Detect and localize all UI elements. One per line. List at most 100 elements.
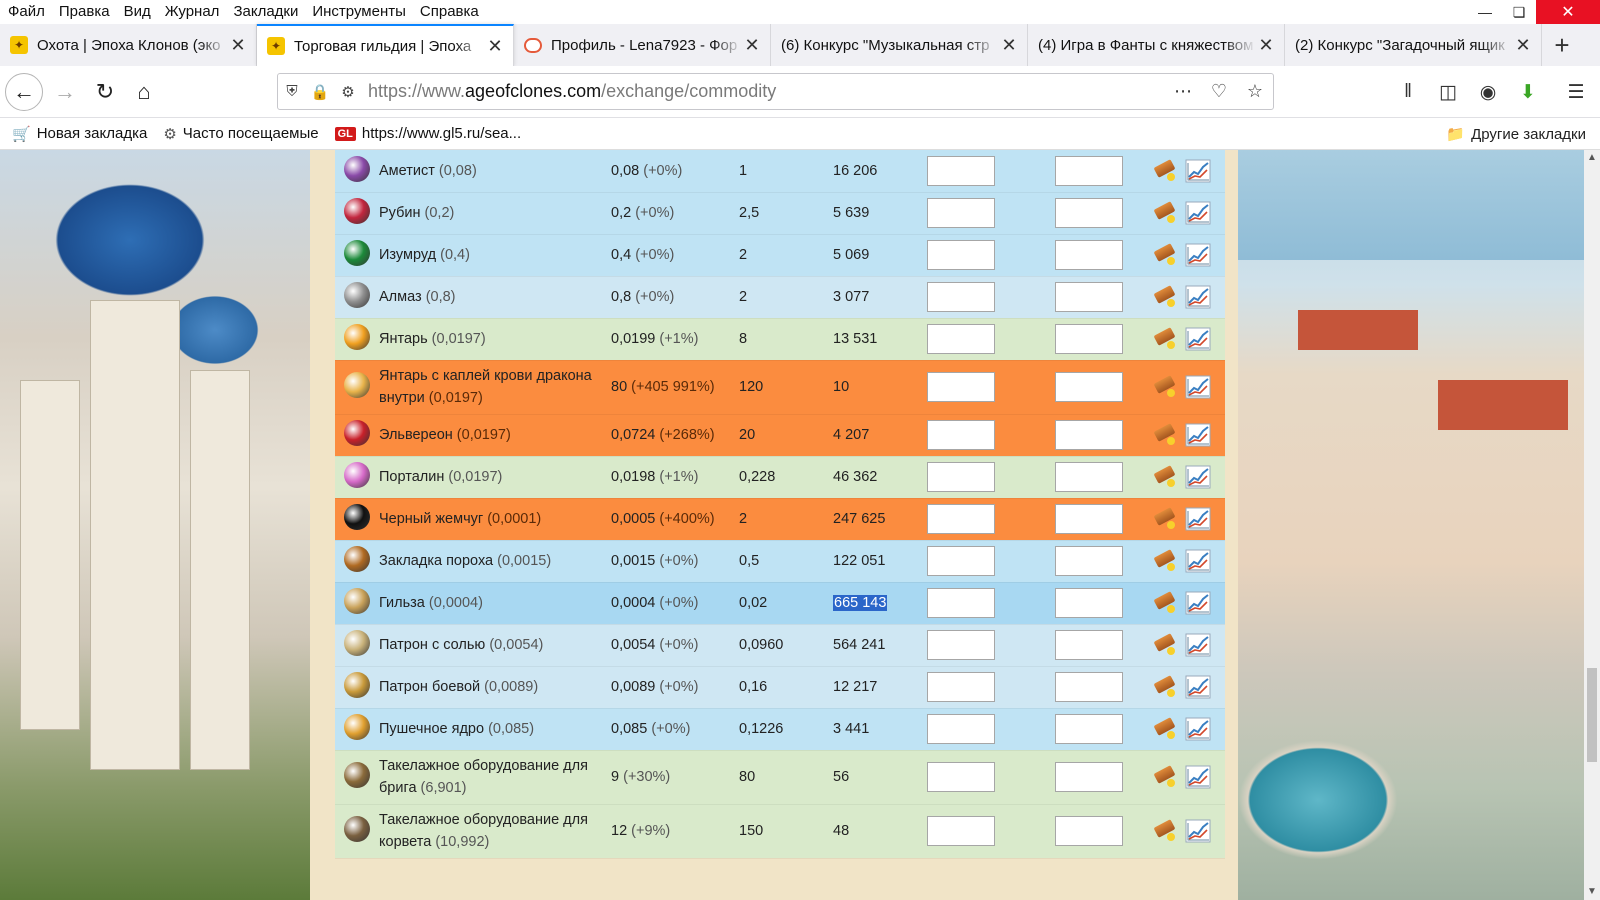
bookmark-other[interactable]: 📁 Другие закладки xyxy=(1446,118,1586,150)
back-button[interactable]: ← xyxy=(5,73,43,111)
price-input[interactable] xyxy=(1055,546,1123,576)
price-input[interactable] xyxy=(1055,462,1123,492)
hammer-icon[interactable] xyxy=(1153,633,1177,656)
price-input[interactable] xyxy=(1055,672,1123,702)
tab-4[interactable]: (4) Игра в Фанты с княжеством ✕ xyxy=(1028,24,1285,66)
price-input[interactable] xyxy=(1055,198,1123,228)
hammer-icon[interactable] xyxy=(1153,375,1177,398)
price-input[interactable] xyxy=(1055,816,1123,846)
scroll-down-icon[interactable]: ▼ xyxy=(1584,884,1600,900)
price-input[interactable] xyxy=(1055,240,1123,270)
page-actions-icon[interactable]: ⋯ xyxy=(1165,81,1201,102)
buy-amount-input[interactable] xyxy=(927,372,995,402)
page-scrollbar[interactable]: ▲ ▼ xyxy=(1584,150,1600,900)
tab-close-icon[interactable]: ✕ xyxy=(485,36,505,57)
hammer-icon[interactable] xyxy=(1153,201,1177,224)
menu-history[interactable]: Журнал xyxy=(158,0,227,24)
buy-amount-input[interactable] xyxy=(927,816,995,846)
buy-amount-input[interactable] xyxy=(927,714,995,744)
hammer-icon[interactable] xyxy=(1153,158,1177,182)
tab-5[interactable]: (2) Конкурс "Загадочный ящик ✕ xyxy=(1285,24,1542,66)
price-input[interactable] xyxy=(1055,630,1123,660)
buy-amount-input[interactable] xyxy=(927,155,995,186)
chart-icon[interactable] xyxy=(1185,765,1211,789)
hammer-icon[interactable] xyxy=(1153,549,1177,572)
sidebar-icon[interactable]: ◫ xyxy=(1432,76,1464,108)
minimize-icon[interactable]: — xyxy=(1468,0,1502,24)
price-input[interactable] xyxy=(1055,324,1123,354)
bookmark-most-visited[interactable]: ⚙ Часто посещаемые xyxy=(163,125,318,143)
reload-button[interactable]: ↻ xyxy=(86,73,124,111)
hammer-icon[interactable] xyxy=(1153,675,1177,698)
menu-tools[interactable]: Инструменты xyxy=(305,0,413,24)
hammer-icon[interactable] xyxy=(1153,819,1177,842)
chart-icon[interactable] xyxy=(1185,159,1211,183)
hammer-icon[interactable] xyxy=(1153,507,1177,530)
shield-icon[interactable]: ⛨ xyxy=(278,83,306,100)
hammer-icon[interactable] xyxy=(1153,717,1177,740)
price-input[interactable] xyxy=(1055,420,1123,450)
bookmark-new[interactable]: 🛒 Новая закладка xyxy=(12,125,147,143)
chart-icon[interactable] xyxy=(1185,465,1211,489)
tab-2[interactable]: Профиль - Lena7923 - Фор ✕ xyxy=(514,24,771,66)
tab-close-icon[interactable]: ✕ xyxy=(1256,35,1276,56)
buy-amount-input[interactable] xyxy=(927,462,995,492)
close-window-icon[interactable]: ✕ xyxy=(1536,0,1600,24)
chart-icon[interactable] xyxy=(1185,549,1211,573)
chart-icon[interactable] xyxy=(1185,201,1211,225)
tab-close-icon[interactable]: ✕ xyxy=(1513,35,1533,56)
hammer-icon[interactable] xyxy=(1153,285,1177,308)
price-input[interactable] xyxy=(1055,714,1123,744)
price-input[interactable] xyxy=(1055,155,1123,186)
hammer-icon[interactable] xyxy=(1153,243,1177,266)
chart-icon[interactable] xyxy=(1185,819,1211,843)
bookmark-gl5[interactable]: GL https://www.gl5.ru/sea... xyxy=(334,125,521,142)
hammer-icon[interactable] xyxy=(1153,423,1177,446)
new-tab-button[interactable]: + xyxy=(1542,24,1582,66)
tab-3[interactable]: (6) Конкурс "Музыкальная стр ✕ xyxy=(771,24,1028,66)
chart-icon[interactable] xyxy=(1185,591,1211,615)
menu-file[interactable]: Файл xyxy=(0,0,52,24)
tab-close-icon[interactable]: ✕ xyxy=(999,35,1019,56)
library-icon[interactable]: ‖ xyxy=(1392,76,1424,108)
menu-help[interactable]: Справка xyxy=(413,0,486,24)
chart-icon[interactable] xyxy=(1185,327,1211,351)
hammer-icon[interactable] xyxy=(1153,465,1177,488)
buy-amount-input[interactable] xyxy=(927,630,995,660)
buy-amount-input[interactable] xyxy=(927,504,995,534)
chart-icon[interactable] xyxy=(1185,717,1211,741)
chart-icon[interactable] xyxy=(1185,375,1211,399)
scroll-up-icon[interactable]: ▲ xyxy=(1584,150,1600,166)
chart-icon[interactable] xyxy=(1185,675,1211,699)
menu-edit[interactable]: Правка xyxy=(52,0,117,24)
tab-close-icon[interactable]: ✕ xyxy=(742,35,762,56)
chart-icon[interactable] xyxy=(1185,285,1211,309)
hammer-icon[interactable] xyxy=(1153,327,1177,350)
buy-amount-input[interactable] xyxy=(927,672,995,702)
permissions-icon[interactable]: ⚙ xyxy=(334,83,362,101)
price-input[interactable] xyxy=(1055,504,1123,534)
price-input[interactable] xyxy=(1055,588,1123,618)
buy-amount-input[interactable] xyxy=(927,198,995,228)
price-input[interactable] xyxy=(1055,372,1123,402)
lock-icon[interactable]: 🔒 xyxy=(306,83,334,101)
buy-amount-input[interactable] xyxy=(927,762,995,792)
buy-amount-input[interactable] xyxy=(927,420,995,450)
chart-icon[interactable] xyxy=(1185,633,1211,657)
scroll-thumb[interactable] xyxy=(1587,668,1597,762)
buy-amount-input[interactable] xyxy=(927,240,995,270)
hamburger-menu-icon[interactable]: ☰ xyxy=(1560,76,1592,108)
chart-icon[interactable] xyxy=(1185,507,1211,531)
url-text[interactable]: https://www.ageofclones.com/exchange/com… xyxy=(362,81,1165,102)
pocket-icon[interactable]: ♡ xyxy=(1201,81,1237,102)
tab-1[interactable]: ✦ Торговая гильдия | Эпоха ✕ xyxy=(257,24,514,66)
menu-view[interactable]: Вид xyxy=(117,0,158,24)
forward-button[interactable]: → xyxy=(46,73,84,111)
restore-icon[interactable]: ❏ xyxy=(1502,0,1536,24)
buy-amount-input[interactable] xyxy=(927,546,995,576)
buy-amount-input[interactable] xyxy=(927,324,995,354)
bookmark-star-icon[interactable]: ☆ xyxy=(1237,81,1273,102)
home-button[interactable]: ⌂ xyxy=(125,73,163,111)
chart-icon[interactable] xyxy=(1185,243,1211,267)
price-input[interactable] xyxy=(1055,762,1123,792)
